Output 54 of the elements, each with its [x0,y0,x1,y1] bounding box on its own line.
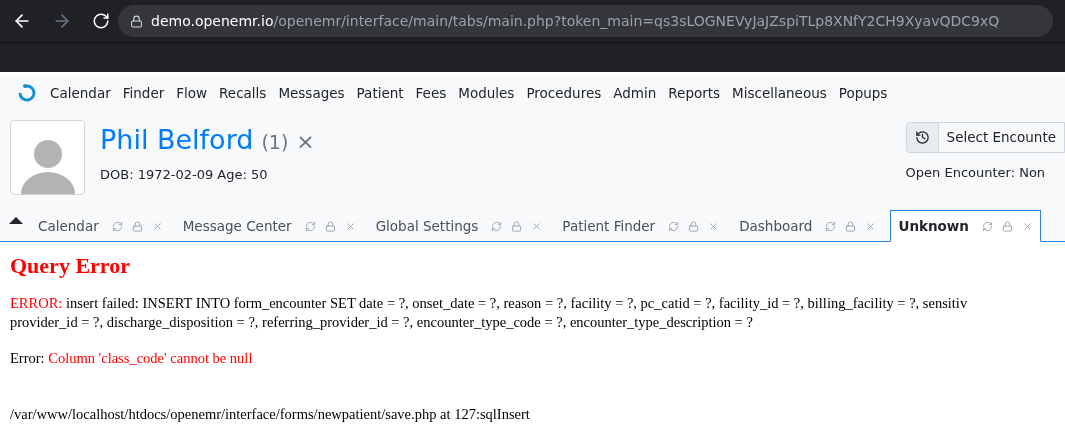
lock-icon [130,14,143,28]
lock-icon[interactable] [688,220,700,232]
menu-item[interactable]: Messages [278,82,345,104]
refresh-icon[interactable] [825,220,837,232]
close-icon[interactable] [708,220,720,232]
menu-item[interactable]: Flow [176,82,208,104]
menu-item[interactable]: Admin [613,82,657,104]
open-encounter-text: Open Encounter: Non [905,164,1046,182]
reload-icon[interactable] [92,12,110,30]
tab[interactable]: Patient Finder [556,211,726,241]
menu-item[interactable]: Recalls [219,82,267,104]
tab[interactable]: Dashboard [733,211,883,241]
error-title: Query Error [10,252,131,280]
close-icon[interactable] [151,220,163,232]
error-detail: Error: Column 'class_code' cannot be null [10,348,254,368]
lock-icon[interactable] [131,220,143,232]
collapse-icon[interactable] [8,215,24,225]
history-icon [914,130,930,145]
menu-item[interactable]: Popups [838,82,888,104]
lock-icon[interactable] [511,220,523,232]
menu-item[interactable]: Miscellaneous [732,82,827,104]
error-message: ERROR: insert failed: INSERT INTO form_encounter SET date = ?, onset_date = ?, reason = ?, facility = ?, pc_catid = ?, facility_id = ?, billing_facility = ?, sensitiv provider_id = ?, discharge_disposition = ?, referring_provider_id = ?, encounter_type_code = ?, encounter_type_description = ? [10,293,969,332]
close-icon[interactable] [531,220,543,232]
trace-text: /var/www/localhost/htdocs/openemr/interface/forms/newpatient/save.php at 127:sqlInsert [10,405,531,425]
tab[interactable]: Calendar [32,211,169,241]
refresh-icon[interactable] [111,220,123,232]
menu-item[interactable]: Modules [458,82,515,104]
address-bar[interactable]: demo.openemr.io/openemr/interface/main/tabs/main.php?token_main=qs3sLOGNEVyJaJZspiTLp8XNfY2CH9XyavQDC9xQ [118,5,1053,37]
tab[interactable]: Message Center [176,211,362,241]
refresh-icon[interactable] [304,220,316,232]
close-patient-button[interactable]: × [296,125,315,158]
logo-icon[interactable] [16,82,38,104]
lock-icon[interactable] [324,220,336,232]
refresh-icon[interactable] [491,220,503,232]
menu-item[interactable]: Fees [415,82,447,104]
lock-icon[interactable] [845,220,857,232]
menu-item[interactable]: Calendar [50,82,111,104]
patient-name[interactable]: Phil Belford [100,120,254,161]
url-text: demo.openemr.io/openemr/interface/main/tabs/main.php?token_main=qs3sLOGNEVyJaJZspiTLp8XNfY2CH9XyavQDC9xQ [151,11,1000,31]
tab[interactable]: Unknown [890,210,1041,242]
select-encounter-button[interactable]: Select Encounte [905,122,1065,153]
refresh-icon[interactable] [981,220,993,232]
tab[interactable]: Global Settings [369,211,549,241]
close-icon[interactable] [865,220,877,232]
patient-count: (1) [261,130,289,155]
menu-item[interactable]: Finder [122,82,165,104]
menu-item[interactable]: Procedures [526,82,602,104]
close-icon[interactable] [344,220,356,232]
refresh-icon[interactable] [668,220,680,232]
menu-item[interactable]: Reports [668,82,721,104]
menu-item[interactable]: Patient [356,82,404,104]
patient-dob: DOB: 1972-02-09 Age: 50 [100,165,269,184]
lock-icon[interactable] [1001,220,1013,232]
close-icon[interactable] [1021,220,1033,232]
